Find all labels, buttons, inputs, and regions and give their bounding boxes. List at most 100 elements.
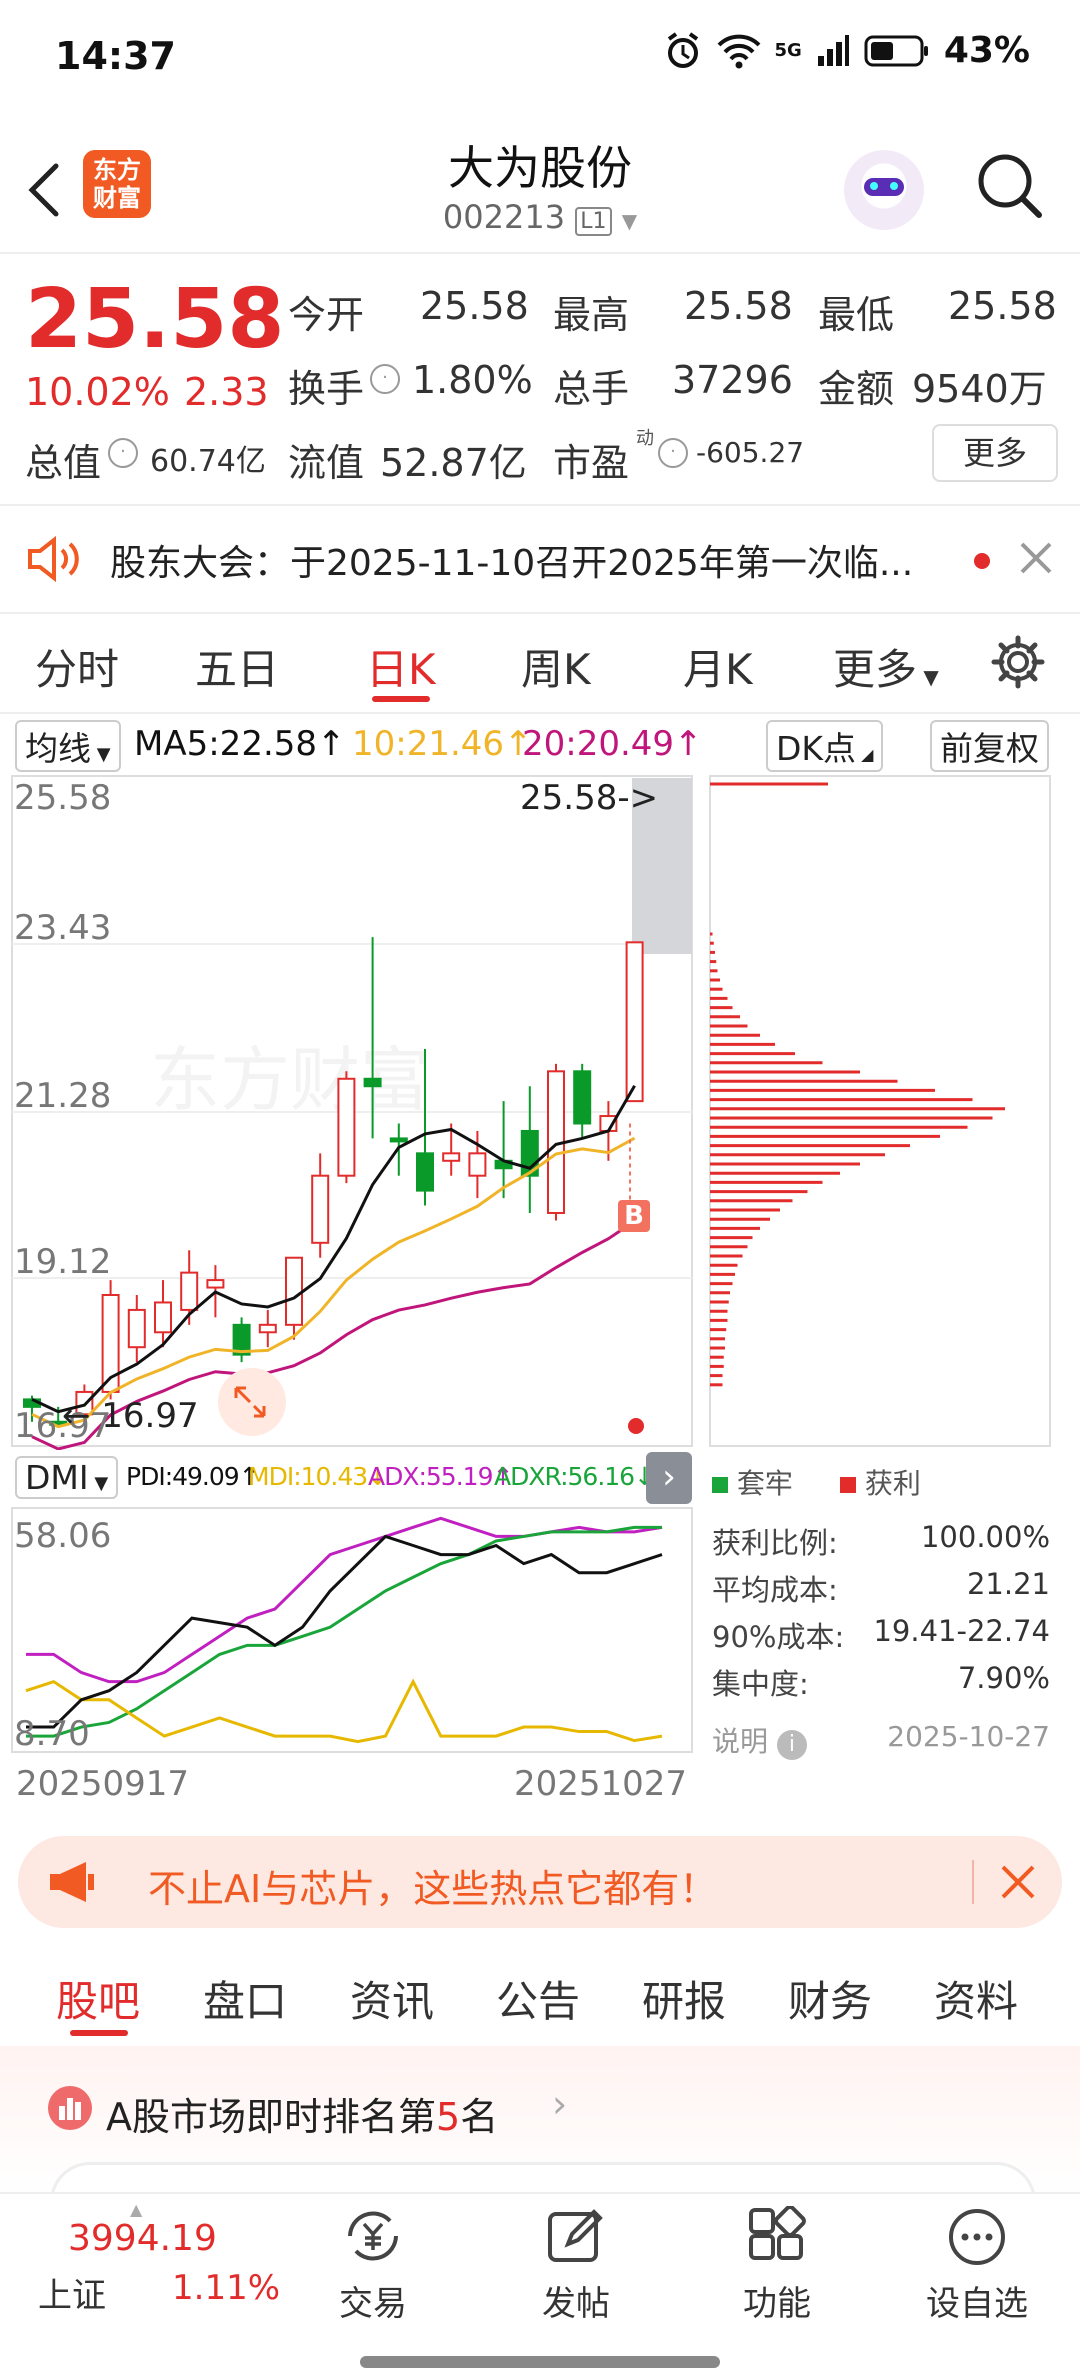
cost-90-value: 19.41-22.74 <box>873 1614 1050 1648</box>
signal-icon <box>817 34 849 66</box>
promo-banner[interactable]: 不止AI与芯片，这些热点它都有！ <box>18 1836 1062 1928</box>
search-icon[interactable] <box>974 150 1046 222</box>
mdi-value: MDI:10.43↓ <box>248 1462 388 1491</box>
profit-ratio-value: 100.00% <box>920 1520 1050 1554</box>
info-icon[interactable]: · <box>370 364 400 394</box>
nav-post[interactable]: 发帖 <box>511 2276 641 2325</box>
index-value[interactable]: 3994.19 <box>68 2218 217 2259</box>
info-icon[interactable]: · <box>658 438 688 468</box>
tab-research[interactable]: 研报 <box>642 1968 726 2029</box>
tab-daily-k[interactable]: 日K <box>366 636 436 697</box>
price-label-2: 23.43 <box>14 908 112 948</box>
tab-finance[interactable]: 财务 <box>788 1968 872 2029</box>
info-icon: i <box>776 1730 807 1760</box>
banner-text: 不止AI与芯片，这些热点它都有！ <box>148 1867 718 1911</box>
ranking-icon <box>48 2086 92 2130</box>
legend-trapped: 套牢 <box>712 1462 793 1502</box>
volume-value: 37296 <box>672 358 793 402</box>
price-label-3: 21.28 <box>14 1076 112 1116</box>
nav-functions[interactable]: 功能 <box>712 2276 842 2325</box>
trade-yen-icon[interactable] <box>340 2206 406 2266</box>
chevron-down-icon: ▼ <box>621 209 638 233</box>
function-grid-icon[interactable] <box>747 2206 807 2266</box>
index-name[interactable]: 上证 <box>38 2268 106 2317</box>
ma10-value: 10:21.46↑ <box>352 724 533 764</box>
info-icon[interactable]: · <box>108 438 138 468</box>
adx-value: ADX:55.19↑ <box>368 1462 513 1491</box>
profit-ratio-label: 获利比例: <box>712 1526 838 1560</box>
explain-link[interactable]: 说明 i <box>712 1720 807 1760</box>
amount-label: 金额 <box>818 367 895 411</box>
nav-watchlist[interactable]: 设自选 <box>912 2276 1042 2325</box>
avg-cost-label: 平均成本: <box>712 1573 838 1607</box>
status-time: 14:37 <box>55 34 176 78</box>
post-edit-icon[interactable] <box>546 2206 606 2266</box>
network-label: 5G <box>774 40 802 61</box>
robot-avatar[interactable] <box>844 150 924 230</box>
amount-value: 9540万 <box>912 367 1047 411</box>
tab-news[interactable]: 资讯 <box>350 1968 434 2029</box>
chip-distribution <box>709 775 1051 1447</box>
status-bar: 14:37 5G 43% <box>0 0 1080 120</box>
chip-date: 2025-10-27 <box>887 1720 1050 1753</box>
more-quote-button[interactable]: 更多 <box>932 424 1058 482</box>
tab-monthly-k[interactable]: 月K <box>683 636 753 697</box>
dmi-selector[interactable]: DMI ▼ <box>15 1456 119 1499</box>
megaphone-icon <box>50 1862 94 1902</box>
low-price-label: ← 16.97 <box>62 1396 199 1436</box>
low-label: 最低 <box>818 293 895 337</box>
close-icon[interactable] <box>1000 1864 1036 1900</box>
last-price-label: 25.58-> <box>520 778 659 818</box>
chevron-right-icon[interactable]: › <box>646 1452 692 1504</box>
tab-guba[interactable]: 股吧 <box>56 1968 140 2029</box>
concentration-value: 7.90% <box>957 1661 1050 1695</box>
active-tab-indicator <box>372 696 430 702</box>
rank-text: A股市场即时排名第5名 <box>106 2095 499 2139</box>
tab-announcement[interactable]: 公告 <box>496 1968 580 2029</box>
tab-five-day[interactable]: 五日 <box>195 636 279 697</box>
open-label: 今开 <box>288 293 365 337</box>
nav-trade[interactable]: 交易 <box>308 2276 438 2325</box>
home-indicator[interactable] <box>360 2356 720 2368</box>
volume-label: 总手 <box>553 367 630 411</box>
notice-bar[interactable]: 股东大会：于2025-11-10召开2025年第一次临... <box>0 504 1080 614</box>
pdi-value: PDI:49.09↑ <box>126 1462 260 1491</box>
buy-marker[interactable]: B <box>618 1200 650 1232</box>
gear-icon[interactable] <box>990 634 1046 690</box>
stock-code: 002213 <box>442 198 566 236</box>
expand-button[interactable] <box>218 1368 286 1436</box>
tab-intraday[interactable]: 分时 <box>35 636 119 697</box>
ma5-value: MA5:22.58↑ <box>134 724 346 764</box>
more-dots-icon[interactable] <box>946 2206 1008 2268</box>
tab-more[interactable]: 更多 ▼ <box>833 636 939 697</box>
mktcap-value: 60.74亿 <box>150 444 266 479</box>
float-label: 流值 <box>288 441 365 485</box>
concentration-label: 集中度: <box>712 1667 809 1701</box>
adxr-value: ADXR:56.16↓ <box>494 1462 655 1491</box>
index-change[interactable]: 1.11% <box>172 2268 280 2308</box>
dk-point-selector[interactable]: DK点 ◢ <box>766 720 884 772</box>
pe-value: -605.27 <box>696 436 805 469</box>
close-icon[interactable] <box>1018 540 1054 576</box>
ma-selector[interactable]: 均线 ▼ <box>15 720 121 772</box>
tab-weekly-k[interactable]: 周K <box>521 636 591 697</box>
float-value: 52.87亿 <box>380 441 527 485</box>
tab-pankou[interactable]: 盘口 <box>203 1968 287 2029</box>
speaker-icon <box>28 536 79 582</box>
active-tab-indicator <box>70 2030 128 2036</box>
pe-superscript: 动 <box>636 428 654 449</box>
alarm-icon <box>667 31 698 68</box>
adjust-selector[interactable]: 前复权 <box>930 720 1049 772</box>
wifi-icon <box>717 34 760 68</box>
level-badge: L1 <box>575 207 612 236</box>
low-value: 25.58 <box>948 284 1057 328</box>
end-date: 20251027 <box>514 1764 688 1804</box>
high-label: 最高 <box>553 293 630 337</box>
dmi-max-label: 58.06 <box>14 1516 112 1556</box>
rank-card[interactable]: A股市场即时排名第5名 › <box>0 2046 1080 2205</box>
tab-profile[interactable]: 资料 <box>934 1968 1018 2029</box>
cost-90-label: 90%成本: <box>712 1620 845 1654</box>
legend-profit: 获利 <box>840 1462 921 1502</box>
open-value: 25.58 <box>420 284 529 328</box>
current-price: 25.58 <box>25 272 285 367</box>
